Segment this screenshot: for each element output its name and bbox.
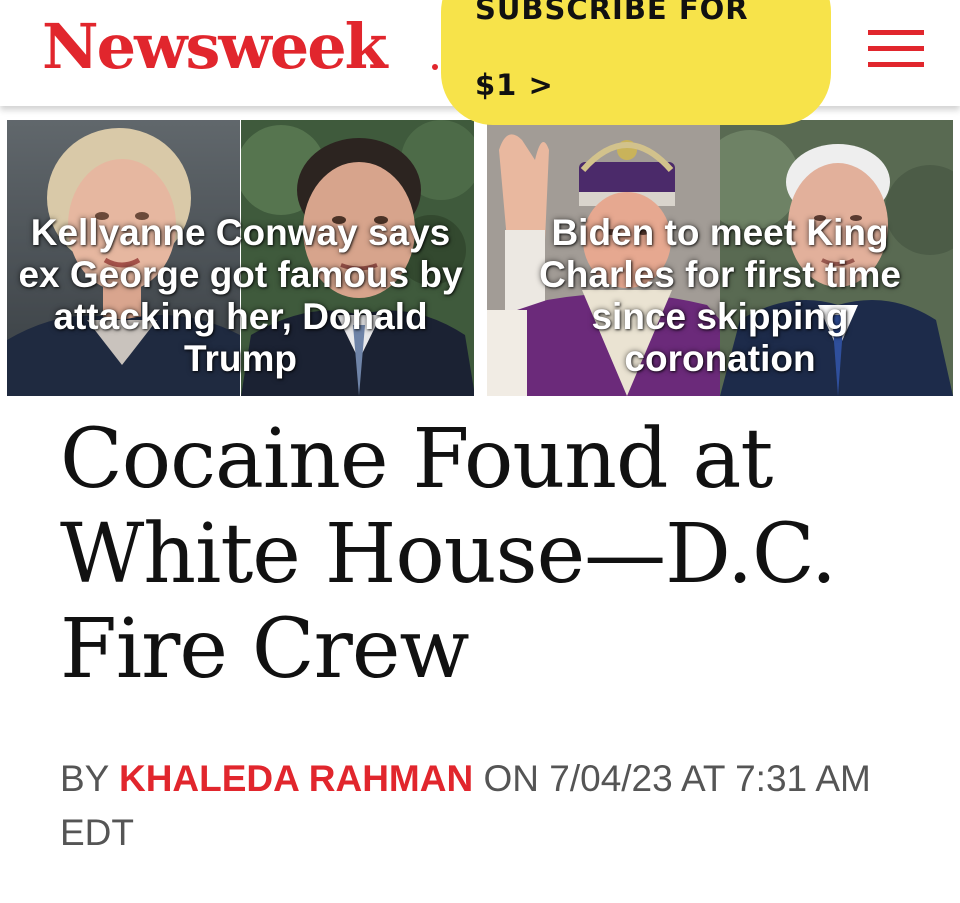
menu-bar	[868, 62, 924, 67]
logo-dot	[432, 64, 438, 70]
menu-bar	[868, 46, 924, 51]
story-title: Biden to meet King Charles for first tim…	[539, 212, 901, 379]
subscribe-label: SUBSCRIBE FOR	[475, 0, 749, 26]
story-title: Kellyanne Conway says ex George got famo…	[18, 212, 463, 379]
story-card-biden-charles[interactable]: Biden to meet King Charles for first tim…	[487, 120, 953, 396]
byline-prefix: BY	[60, 758, 109, 799]
subscribe-button[interactable]: SUBSCRIBE FOR $1 >	[441, 0, 831, 125]
article-byline: BY KHALEDA RAHMAN ON 7/04/23 AT 7:31 AM …	[60, 752, 900, 860]
menu-bar	[868, 30, 924, 35]
author-link[interactable]: KHALEDA RAHMAN	[119, 758, 473, 799]
story-card-conway[interactable]: Kellyanne Conway says ex George got famo…	[7, 120, 474, 396]
article-headline: Cocaine Found at White House—D.C. Fire C…	[60, 412, 837, 697]
hamburger-menu-icon[interactable]	[868, 30, 924, 68]
newsweek-logo[interactable]: Newsweek	[42, 6, 388, 88]
subscribe-price: $1 >	[475, 68, 554, 102]
